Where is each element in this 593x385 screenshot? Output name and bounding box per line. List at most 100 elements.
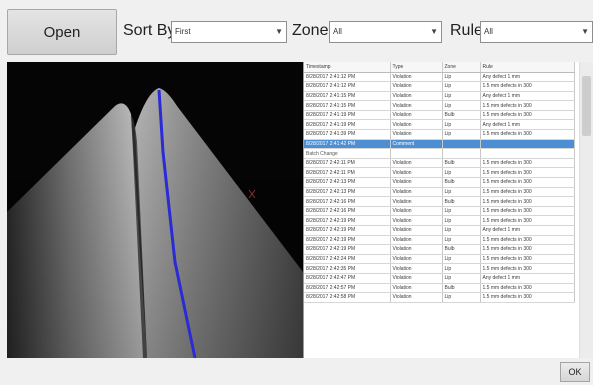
table-row[interactable]: 8/28/2017 2:42:16 PM Violation Bulb 1.5 mm …: [304, 196, 575, 207]
table-row[interactable]: 8/28/2017 2:41:19 PM Violation Lip Any defe…: [304, 119, 575, 131]
cell-zone: Lip: [442, 273, 481, 284]
cell-rule: 1.5 mm defects in 300: [480, 244, 575, 255]
cell-rule: Any defect 1 mm: [480, 225, 575, 236]
cell-rule: 1.5 mm defects in 300: [480, 81, 575, 92]
table-row[interactable]: 8/28/2017 2:41:19 PM Violation Bulb 1.5 mm …: [304, 110, 575, 121]
cell-timestamp: Batch Change: [304, 148, 391, 159]
cell-type: Violation: [390, 81, 443, 92]
cell-timestamp: 8/28/2017 2:42:11 PM: [304, 167, 391, 179]
cell-timestamp: 8/28/2017 2:42:57 PM: [304, 283, 391, 294]
cell-rule: Any defect 1 mm: [480, 72, 575, 83]
chevron-down-icon: ▼: [275, 27, 283, 36]
table-row[interactable]: 8/28/2017 2:42:11 PM Violation Lip 1.5 mm d…: [304, 167, 575, 179]
cell-timestamp: 8/28/2017 2:41:15 PM: [304, 100, 391, 111]
cell-rule: 1.5 mm defects in 300: [480, 196, 575, 207]
table-row[interactable]: 8/28/2017 2:42:57 PM Violation Bulb 1.5 mm …: [304, 283, 575, 294]
cell-timestamp: 8/28/2017 2:41:15 PM: [304, 91, 391, 102]
rule-value: All: [484, 27, 493, 36]
cell-timestamp: 8/28/2017 2:41:12 PM: [304, 81, 391, 92]
table-row[interactable]: 8/28/2017 2:42:13 PM Violation Lip 1.5 mm d…: [304, 187, 575, 198]
cell-timestamp: 8/28/2017 2:42:58 PM: [304, 292, 391, 303]
cell-zone: [442, 148, 481, 159]
table-row[interactable]: 8/28/2017 2:42:19 PM Violation Lip 1.5 mm d…: [304, 215, 575, 226]
cell-type: Violation: [390, 129, 443, 140]
cell-type: Violation: [390, 158, 443, 169]
cell-rule: [480, 139, 575, 150]
event-log-grid[interactable]: Timestamp Type Zone Rule 8/28/2017 2:41:…: [303, 62, 593, 358]
zone-dropdown[interactable]: All ▼: [329, 21, 442, 43]
cell-timestamp: 8/28/2017 2:41:19 PM: [304, 110, 391, 121]
cell-rule: 1.5 mm defects in 300: [480, 177, 575, 188]
cell-type: Violation: [390, 235, 443, 246]
cell-type: Violation: [390, 254, 443, 265]
scrollbar-thumb[interactable]: [582, 76, 591, 136]
table-row[interactable]: 8/28/2017 2:42:19 PM Violation Bulb 1.5 mm …: [304, 244, 575, 255]
table-row[interactable]: 8/28/2017 2:42:13 PM Violation Bulb 1.5 mm …: [304, 177, 575, 188]
cell-type: Violation: [390, 244, 443, 255]
cell-zone: Lip: [442, 119, 481, 131]
cell-zone: Bulb: [442, 158, 481, 169]
table-row[interactable]: 8/28/2017 2:42:24 PM Violation Lip 1.5 mm d…: [304, 254, 575, 265]
cell-rule: Any defect 1 mm: [480, 119, 575, 131]
cell-timestamp: 8/28/2017 2:42:35 PM: [304, 263, 391, 274]
cell-zone: Lip: [442, 225, 481, 236]
column-header-rule[interactable]: Rule: [480, 62, 575, 73]
cell-rule: 1.5 mm defects in 300: [480, 283, 575, 294]
table-row[interactable]: 8/28/2017 2:41:12 PM Violation Lip Any defe…: [304, 72, 575, 83]
cell-zone: Lip: [442, 187, 481, 198]
cell-zone: Lip: [442, 263, 481, 274]
cell-zone: Lip: [442, 81, 481, 92]
cell-type: Violation: [390, 215, 443, 226]
cell-zone: Bulb: [442, 196, 481, 207]
table-row[interactable]: 8/28/2017 2:41:39 PM Violation Lip 1.5 mm d…: [304, 129, 575, 140]
cell-rule: 1.5 mm defects in 300: [480, 167, 575, 179]
table-row[interactable]: 8/28/2017 2:41:12 PM Violation Lip 1.5 mm d…: [304, 81, 575, 92]
table-row[interactable]: 8/28/2017 2:42:11 PM Violation Bulb 1.5 mm …: [304, 158, 575, 169]
cell-zone: Lip: [442, 167, 481, 179]
cell-rule: 1.5 mm defects in 300: [480, 292, 575, 303]
table-row[interactable]: 8/28/2017 2:42:58 PM Violation Lip 1.5 mm d…: [304, 292, 575, 303]
column-header-zone[interactable]: Zone: [442, 62, 481, 73]
cell-zone: Bulb: [442, 244, 481, 255]
table-row[interactable]: 8/28/2017 2:42:19 PM Violation Lip Any defe…: [304, 225, 575, 236]
3d-profile-render: [7, 62, 303, 358]
cell-timestamp: 8/28/2017 2:42:24 PM: [304, 254, 391, 265]
table-row[interactable]: 8/28/2017 2:41:15 PM Violation Lip 1.5 mm d…: [304, 100, 575, 111]
cell-zone: Bulb: [442, 283, 481, 294]
group-header-row[interactable]: Batch Change: [304, 148, 575, 159]
cell-zone: Lip: [442, 215, 481, 226]
rule-dropdown[interactable]: All ▼: [480, 21, 593, 43]
table-row[interactable]: 8/28/2017 2:41:42 PM Comment: [304, 139, 575, 150]
table-row[interactable]: 8/28/2017 2:41:15 PM Violation Lip Any defe…: [304, 91, 575, 102]
chevron-down-icon: ▼: [430, 27, 438, 36]
vertical-scrollbar[interactable]: [579, 62, 593, 358]
zone-value: All: [333, 27, 342, 36]
cell-timestamp: 8/28/2017 2:42:19 PM: [304, 244, 391, 255]
sort-by-dropdown[interactable]: First ▼: [171, 21, 287, 43]
event-log-table: Timestamp Type Zone Rule 8/28/2017 2:41:…: [304, 62, 575, 303]
cell-zone: Lip: [442, 100, 481, 111]
table-row[interactable]: 8/28/2017 2:42:16 PM Violation Lip 1.5 mm d…: [304, 206, 575, 217]
ok-button[interactable]: OK: [560, 362, 590, 382]
cell-type: Violation: [390, 72, 443, 83]
column-header-type[interactable]: Type: [390, 62, 443, 73]
open-button[interactable]: Open: [7, 9, 117, 55]
table-row[interactable]: 8/28/2017 2:42:35 PM Violation Lip 1.5 mm d…: [304, 263, 575, 274]
column-header-timestamp[interactable]: Timestamp: [304, 62, 391, 73]
sort-by-label: Sort By: [123, 22, 176, 39]
cell-rule: 1.5 mm defects in 300: [480, 254, 575, 265]
cell-zone: [442, 139, 481, 150]
3d-profile-viewport[interactable]: [7, 62, 303, 358]
cell-type: Violation: [390, 91, 443, 102]
cell-timestamp: 8/28/2017 2:42:19 PM: [304, 235, 391, 246]
table-row[interactable]: 8/28/2017 2:42:47 PM Violation Lip Any defe…: [304, 273, 575, 284]
cell-type: Violation: [390, 263, 443, 274]
cell-type: Violation: [390, 187, 443, 198]
cell-type: Violation: [390, 110, 443, 121]
zone-label: Zone: [292, 22, 329, 39]
sort-by-value: First: [175, 27, 191, 36]
cell-timestamp: 8/28/2017 2:41:19 PM: [304, 119, 391, 131]
cell-zone: Bulb: [442, 177, 481, 188]
table-row[interactable]: 8/28/2017 2:42:19 PM Violation Lip 1.5 mm d…: [304, 235, 575, 246]
cell-timestamp: 8/28/2017 2:42:47 PM: [304, 273, 391, 284]
